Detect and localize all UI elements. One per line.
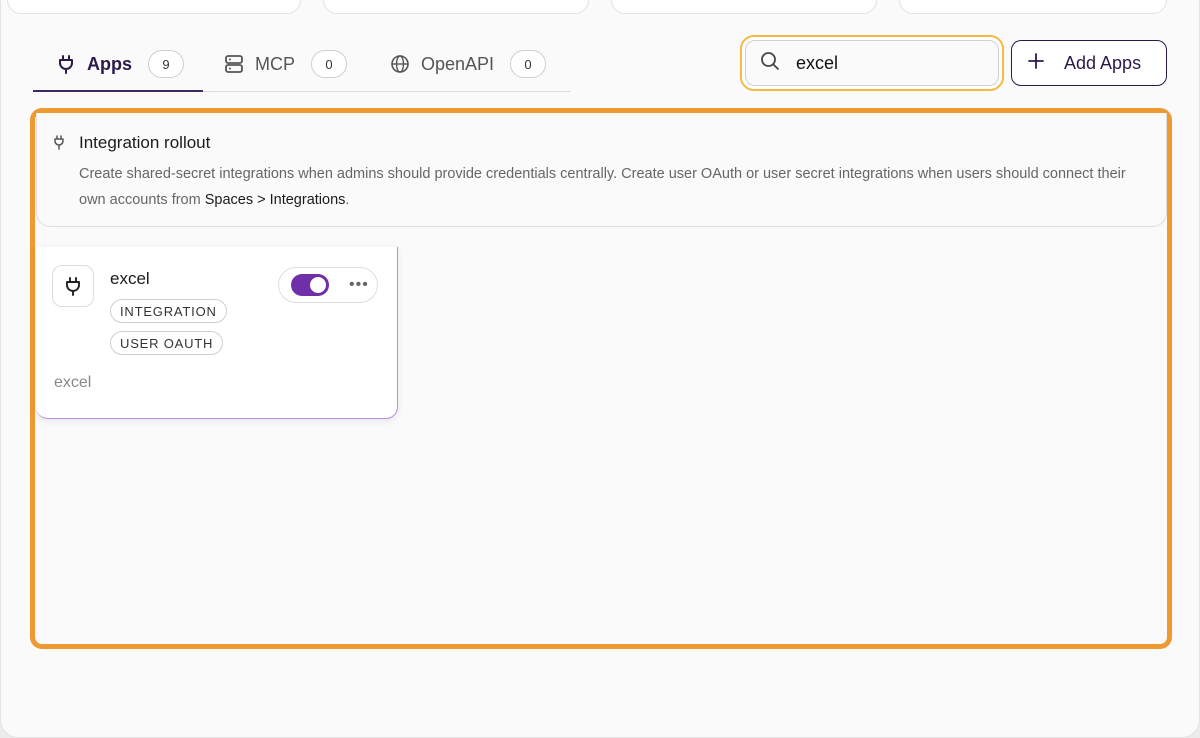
page: Apps 9 MCP 0 OpenAPI 0 A [0, 0, 1200, 738]
tab-label: OpenAPI [421, 53, 495, 74]
notice-title: Integration rollout [79, 133, 211, 152]
server-icon [223, 53, 245, 75]
count-badge: 0 [311, 50, 347, 78]
plus-icon [1028, 52, 1044, 74]
integration-tag: INTEGRATION [110, 299, 227, 323]
globe-icon [389, 53, 411, 75]
search-box [740, 35, 1004, 91]
tab-bar: Apps 9 MCP 0 OpenAPI 0 [33, 38, 571, 92]
add-apps-label: Add Apps [1064, 52, 1142, 73]
count-badge: 0 [510, 50, 547, 78]
summary-card [611, 0, 877, 14]
tab-apps[interactable]: Apps 9 [33, 38, 203, 92]
notice-text: Create shared-secret integrations when a… [79, 161, 1149, 213]
search-field [745, 40, 999, 86]
tab-mcp[interactable]: MCP 0 [221, 38, 347, 90]
enable-toggle[interactable] [291, 274, 329, 296]
summary-card [7, 0, 301, 14]
summary-card [899, 0, 1167, 14]
card-controls: ••• [278, 267, 378, 303]
app-name: excel [110, 269, 150, 288]
plug-icon [55, 53, 77, 75]
more-options-icon[interactable]: ••• [349, 277, 369, 293]
summary-card [323, 0, 589, 14]
tab-openapi[interactable]: OpenAPI 0 [389, 38, 547, 90]
user-oauth-tag: USER OAUTH [110, 331, 224, 355]
tab-label: Apps [87, 53, 132, 74]
app-card[interactable]: excel INTEGRATION USER OAUTH excel ••• [36, 247, 398, 419]
count-badge: 9 [148, 50, 184, 78]
plug-icon [52, 265, 94, 307]
plug-icon [53, 135, 65, 155]
tab-label: MCP [255, 53, 295, 74]
integration-rollout-notice: Integration rollout Create shared-secret… [36, 113, 1167, 227]
add-apps-button[interactable]: Add Apps [1011, 40, 1167, 86]
app-description: excel [54, 374, 92, 391]
search-icon [760, 51, 780, 76]
spaces-integrations-link[interactable]: Spaces > Integrations [205, 192, 346, 208]
notice-end: . [345, 192, 350, 208]
search-input[interactable] [794, 51, 974, 75]
